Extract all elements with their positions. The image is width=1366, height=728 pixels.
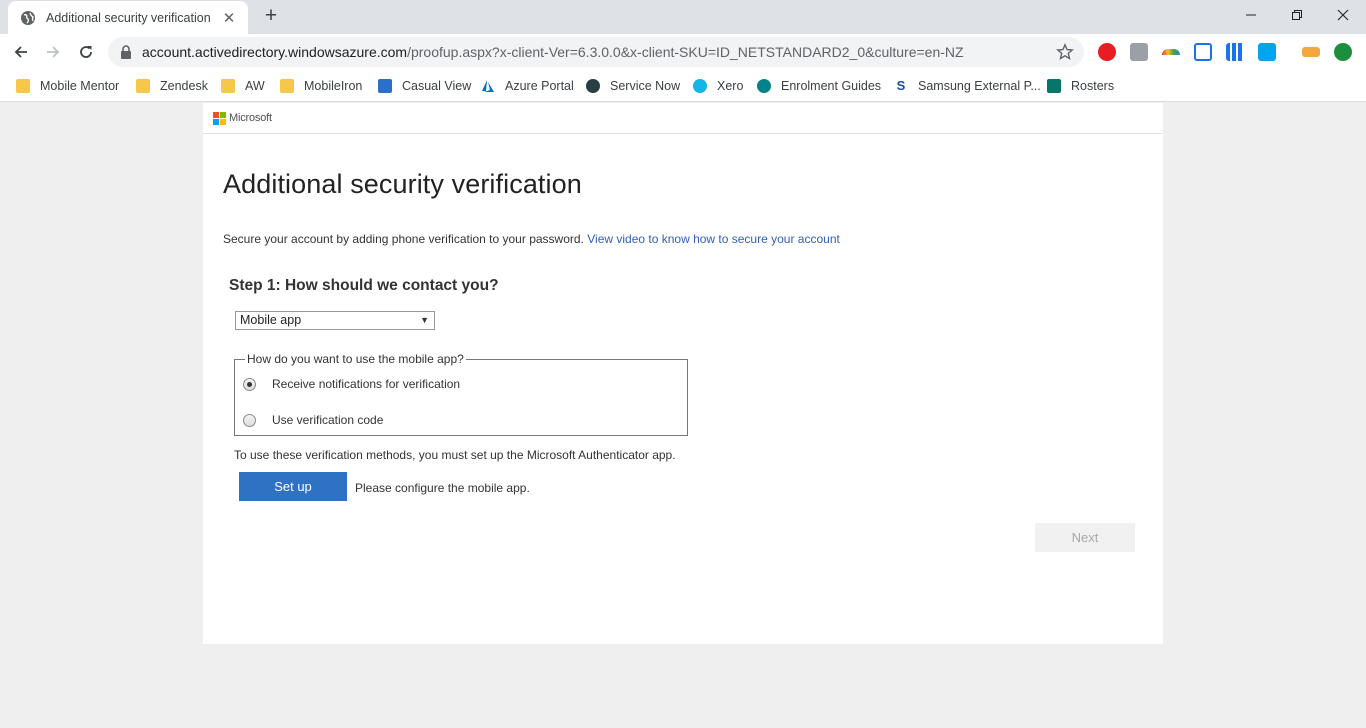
bookmark-item[interactable]: Xero — [693, 76, 743, 96]
notes-extension-icon[interactable] — [1302, 47, 1320, 57]
restore-icon[interactable] — [1274, 0, 1320, 30]
radio-option-notifications[interactable]: Receive notifications for verification — [243, 377, 460, 391]
samsung-s-icon: S — [896, 78, 906, 93]
verification-card: Microsoft Additional security verificati… — [203, 103, 1163, 644]
folder-icon — [16, 79, 30, 93]
forms-icon — [1047, 79, 1061, 93]
globe-icon — [21, 10, 35, 25]
authenticator-note: To use these verification methods, you m… — [234, 448, 676, 462]
dropdown-arrow-icon: ▼ — [420, 315, 429, 325]
servicenow-icon — [586, 79, 600, 93]
bookmark-star-icon[interactable] — [1056, 43, 1074, 61]
bookmark-item[interactable]: Mobile Mentor — [16, 76, 119, 96]
url-text: account.activedirectory.windowsazure.com… — [142, 44, 964, 60]
update-icon[interactable] — [1334, 43, 1352, 61]
browser-toolbar: account.activedirectory.windowsazure.com… — [0, 34, 1366, 70]
folder-icon — [136, 79, 150, 93]
close-window-icon[interactable] — [1320, 0, 1366, 30]
extension-icon[interactable] — [1130, 43, 1148, 61]
back-icon[interactable] — [8, 39, 34, 65]
grid-extension-icon[interactable] — [1226, 43, 1244, 61]
setup-button[interactable]: Set up — [239, 472, 347, 501]
address-bar[interactable]: account.activedirectory.windowsazure.com… — [108, 37, 1084, 67]
sharepoint-icon — [757, 79, 771, 93]
browser-tab[interactable]: Additional security verification ✕ — [8, 1, 248, 34]
tab-strip: Additional security verification ✕ + — [0, 0, 1366, 34]
tab-title: Additional security verification — [46, 10, 211, 25]
microsoft-logo: Microsoft — [213, 112, 272, 125]
adblock-extension-icon[interactable] — [1098, 43, 1116, 61]
lock-icon — [121, 45, 131, 59]
view-video-link[interactable]: View video to know how to secure your ac… — [587, 232, 840, 246]
azure-icon — [482, 80, 494, 92]
microsoft-logo-icon — [213, 112, 226, 125]
url-host: account.activedirectory.windowsazure.com — [142, 44, 408, 60]
bookmarks-bar: Mobile Mentor Zendesk AW MobileIron Casu… — [0, 70, 1366, 102]
casual-view-icon — [378, 79, 392, 93]
contact-method-value: Mobile app — [240, 313, 302, 327]
url-path: /proofup.aspx?x-client-Ver=6.3.0.0&x-cli… — [407, 44, 964, 60]
setup-status-text: Please configure the mobile app. — [355, 481, 530, 495]
bookmark-item[interactable]: Casual View — [378, 76, 471, 96]
mobile-app-usage-legend: How do you want to use the mobile app? — [245, 352, 466, 366]
remote-desktop-extension-icon[interactable] — [1194, 43, 1212, 61]
radio-verification-code[interactable] — [243, 413, 256, 427]
bookmark-item[interactable]: Service Now — [586, 76, 680, 96]
folder-icon — [280, 79, 294, 93]
intro-text: Secure your account by adding phone veri… — [223, 232, 840, 246]
forward-icon[interactable] — [40, 39, 66, 65]
mobile-app-usage-group: How do you want to use the mobile app? R… — [234, 352, 688, 436]
brand-name: Microsoft — [229, 112, 272, 124]
minimize-icon[interactable] — [1228, 0, 1274, 30]
contact-method-select[interactable]: Mobile app ▼ — [235, 311, 435, 330]
reload-icon[interactable] — [73, 39, 99, 65]
folder-icon — [221, 79, 235, 93]
bookmark-item[interactable]: AW — [221, 76, 265, 96]
step1-heading: Step 1: How should we contact you? — [229, 277, 499, 294]
radio-notifications[interactable] — [243, 377, 256, 391]
bookmark-item[interactable]: Enrolment Guides — [757, 76, 881, 96]
page-title: Additional security verification — [223, 169, 582, 199]
bookmark-item[interactable]: MobileIron — [280, 76, 362, 96]
rainbow-extension-icon[interactable] — [1162, 49, 1180, 55]
radio-option-code[interactable]: Use verification code — [243, 413, 383, 427]
tab-close-icon[interactable]: ✕ — [220, 9, 238, 27]
windows-extension-icon[interactable] — [1258, 43, 1276, 61]
new-tab-button[interactable]: + — [259, 5, 283, 29]
bookmark-item[interactable]: Zendesk — [136, 76, 208, 96]
bookmark-item[interactable]: Rosters — [1047, 76, 1114, 96]
ms-header: Microsoft — [203, 103, 1163, 134]
bookmark-item[interactable]: Azure Portal — [481, 76, 574, 96]
xero-icon — [693, 79, 707, 93]
next-button[interactable]: Next — [1035, 523, 1135, 552]
bookmark-item[interactable]: S Samsung External P... — [894, 76, 1041, 96]
